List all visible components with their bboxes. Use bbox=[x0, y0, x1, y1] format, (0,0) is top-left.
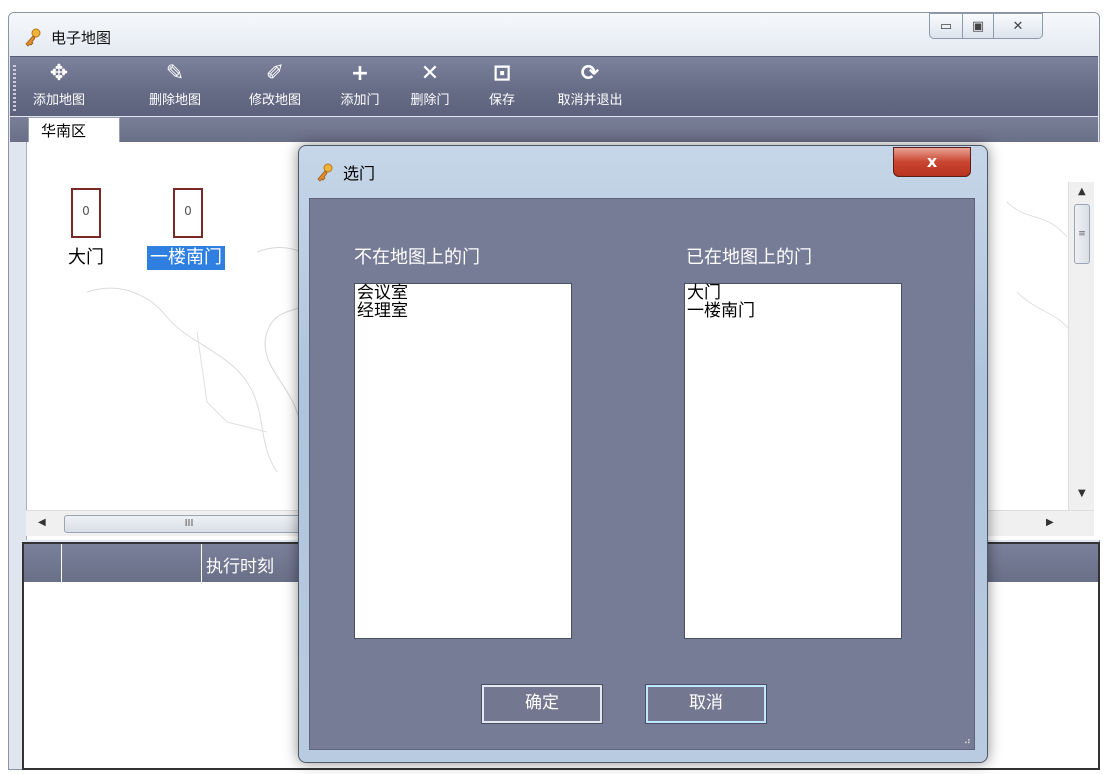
toolbar: ✥ 添加地图 ✎ 删除地图 ✐ 修改地图 + 添加门 ✕ 删除门 ⊡ 保存 ⟳ … bbox=[10, 56, 1098, 116]
scroll-down-icon[interactable]: ▼ bbox=[1078, 488, 1086, 499]
select-door-dialog: 选门 x 不在地图上的门 已在地图上的门 会议室 经理室 大门 一楼南门 确定 … bbox=[298, 145, 988, 763]
door-marker-south-text: 0 bbox=[184, 204, 192, 218]
edit-map-icon: ✐ bbox=[265, 61, 285, 86]
door-label-south-selected[interactable]: 一楼南门 bbox=[147, 246, 225, 270]
grid-col-blank[interactable] bbox=[62, 544, 202, 582]
not-on-map-header: 不在地图上的门 bbox=[354, 247, 480, 268]
maximize-button[interactable]: ▣ bbox=[962, 13, 994, 39]
door-marker-main-text: 0 bbox=[82, 204, 90, 218]
map-tab-strip: 华南区 bbox=[10, 117, 1098, 143]
minimize-button[interactable]: ▭ bbox=[929, 13, 963, 39]
scroll-left-icon[interactable]: ◀ bbox=[38, 517, 46, 528]
toolbar-grip[interactable] bbox=[13, 65, 16, 111]
door-label-main[interactable]: 大门 bbox=[65, 246, 107, 270]
cross-icon: ✕ bbox=[420, 61, 440, 86]
maximize-icon: ▣ bbox=[971, 18, 985, 34]
plus-icon: + bbox=[350, 61, 370, 86]
dialog-title: 选门 bbox=[343, 164, 376, 183]
window-title: 电子地图 bbox=[51, 29, 112, 47]
edit-map-label: 修改地图 bbox=[248, 93, 301, 108]
vertical-scroll-thumb[interactable]: ≡ bbox=[1074, 204, 1090, 264]
save-label: 保存 bbox=[488, 93, 515, 108]
add-door-button[interactable]: + 添加门 bbox=[332, 57, 388, 117]
delete-door-label: 删除门 bbox=[410, 93, 450, 108]
cancel-exit-button[interactable]: ⟳ 取消并退出 bbox=[540, 57, 640, 117]
close-icon: ✕ bbox=[1012, 18, 1024, 34]
add-map-button[interactable]: ✥ 添加地图 bbox=[24, 57, 94, 117]
list-item[interactable]: 经理室 bbox=[357, 302, 569, 320]
grid-col-exec-time-label: 执行时刻 bbox=[206, 557, 274, 577]
edit-map-button[interactable]: ✐ 修改地图 bbox=[238, 57, 312, 117]
refresh-exit-icon: ⟳ bbox=[580, 61, 600, 86]
list-item[interactable]: 会议室 bbox=[357, 284, 569, 302]
delete-map-icon: ✎ bbox=[165, 61, 185, 86]
app-key-icon bbox=[25, 28, 41, 47]
add-door-label: 添加门 bbox=[340, 93, 380, 108]
horizontal-scroll-thumb[interactable]: III bbox=[64, 515, 314, 533]
doors-not-on-map-list[interactable]: 会议室 经理室 bbox=[354, 283, 572, 639]
dialog-body: 不在地图上的门 已在地图上的门 会议室 经理室 大门 一楼南门 确定 取消 ⠴ bbox=[309, 198, 975, 750]
resize-grip-icon[interactable]: ⠴ bbox=[964, 736, 971, 747]
list-item[interactable]: 大门 bbox=[687, 284, 899, 302]
cancel-button[interactable]: 取消 bbox=[645, 684, 767, 724]
scroll-right-icon[interactable]: ▶ bbox=[1046, 517, 1054, 528]
dialog-close-button[interactable]: x bbox=[893, 147, 971, 177]
doors-on-map-list[interactable]: 大门 一楼南门 bbox=[684, 283, 902, 639]
map-vertical-scrollbar[interactable]: ▲ ≡ ▼ bbox=[1068, 182, 1094, 512]
dialog-key-icon bbox=[317, 163, 333, 182]
add-map-label: 添加地图 bbox=[32, 93, 85, 108]
door-marker-south[interactable]: 0 bbox=[173, 188, 203, 238]
add-map-icon: ✥ bbox=[49, 61, 69, 86]
save-button[interactable]: ⊡ 保存 bbox=[482, 57, 522, 117]
scroll-up-icon[interactable]: ▲ bbox=[1078, 186, 1086, 197]
close-icon: x bbox=[926, 152, 938, 171]
save-icon: ⊡ bbox=[492, 61, 512, 86]
list-item[interactable]: 一楼南门 bbox=[687, 302, 899, 320]
cancel-exit-label: 取消并退出 bbox=[557, 93, 623, 108]
title-bar: 电子地图 ▭ ▣ ✕ bbox=[9, 13, 1099, 57]
delete-map-label: 删除地图 bbox=[148, 93, 201, 108]
delete-door-button[interactable]: ✕ 删除门 bbox=[402, 57, 458, 117]
delete-map-button[interactable]: ✎ 删除地图 bbox=[140, 57, 210, 117]
close-window-button[interactable]: ✕ bbox=[993, 13, 1043, 39]
tab-huanan[interactable]: 华南区 bbox=[28, 117, 120, 143]
ok-button[interactable]: 确定 bbox=[481, 684, 603, 724]
door-marker-main[interactable]: 0 bbox=[71, 188, 101, 238]
grid-col-selector[interactable] bbox=[24, 544, 62, 582]
minimize-icon: ▭ bbox=[939, 18, 953, 34]
on-map-header: 已在地图上的门 bbox=[686, 247, 812, 268]
